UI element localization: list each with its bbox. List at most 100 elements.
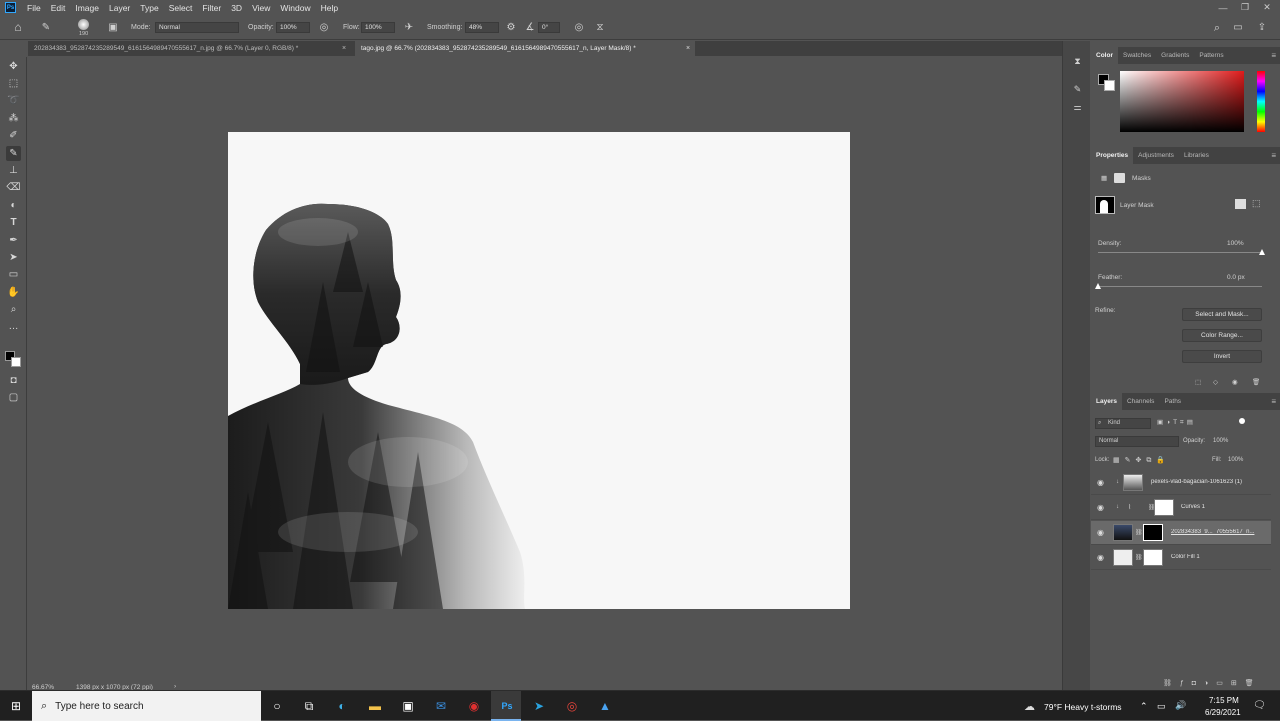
file-explorer-icon[interactable]: ▬ [365, 696, 385, 716]
home-icon[interactable]: ⌂ [12, 21, 24, 33]
chrome-icon[interactable]: ◎ [562, 696, 582, 716]
layer-row-selected[interactable]: ◉ ⛓ 202834383_9..._70555617_n... [1091, 521, 1271, 545]
quick-mask-icon[interactable]: ◘ [6, 373, 21, 388]
pressure-size-icon[interactable]: ◎ [573, 22, 585, 34]
clock-time[interactable]: 7:15 PM [1209, 696, 1239, 705]
restore-icon[interactable]: ❐ [1234, 0, 1256, 15]
layer-name[interactable]: Curves 1 [1181, 504, 1271, 510]
background-color-swatch[interactable] [11, 357, 21, 367]
layer-opacity-value[interactable]: 100% [1213, 438, 1228, 444]
select-and-mask-button[interactable]: Select and Mask... [1182, 308, 1262, 321]
symmetry-icon[interactable]: ⧖ [594, 22, 606, 34]
weather-text[interactable]: 79°F Heavy t-storms [1044, 702, 1122, 712]
eye-icon[interactable]: ◉ [1097, 503, 1107, 513]
feather-slider-handle[interactable] [1095, 283, 1101, 289]
tab-adjustments[interactable]: Adjustments [1133, 147, 1179, 164]
brush-tool-icon[interactable]: ✎ [6, 146, 21, 161]
eyedropper-tool-icon[interactable]: ✐ [6, 128, 21, 143]
history-icon[interactable]: ⧗ [1071, 55, 1084, 68]
task-view-icon[interactable]: ⧉ [299, 696, 319, 716]
pixel-mask-icon[interactable]: ▦ [1101, 174, 1107, 182]
layer-mask-thumbnail[interactable] [1143, 549, 1163, 566]
pen-tool-icon[interactable]: ✒ [6, 233, 21, 248]
brush-settings-panel-icon[interactable]: ✎ [1071, 83, 1084, 96]
gradient-tool-icon[interactable]: ◐ [6, 198, 21, 213]
more-tools-icon[interactable]: … [6, 319, 21, 334]
feather-value[interactable]: 0.0 px [1227, 274, 1245, 281]
apply-mask-icon[interactable]: ◇ [1213, 378, 1218, 386]
tab-document-2[interactable]: tago.jpg @ 66.7% (202834383_952874235289… [355, 41, 695, 56]
pressure-opacity-icon[interactable]: ◎ [318, 22, 330, 34]
clock-date[interactable]: 6/29/2021 [1205, 708, 1241, 717]
menu-select[interactable]: Select [164, 3, 198, 13]
notifications-icon[interactable]: 🗨 [1253, 700, 1266, 711]
menu-filter[interactable]: Filter [197, 3, 226, 13]
lock-icons[interactable]: ▦✎✥⧉🔒 [1113, 456, 1170, 465]
layer-row[interactable]: ◉ ↓ ⌇ ⛓ Curves 1 [1091, 496, 1271, 520]
layer-mask-thumbnail[interactable] [1154, 499, 1174, 516]
menu-help[interactable]: Help [316, 3, 343, 13]
eye-icon[interactable]: ◉ [1097, 528, 1107, 538]
search-icon[interactable]: ⌕ [1211, 22, 1223, 34]
filter-toggle-icon[interactable] [1239, 418, 1245, 424]
invert-button[interactable]: Invert [1182, 350, 1262, 363]
tab-patterns[interactable]: Patterns [1194, 47, 1228, 64]
tab-document-1[interactable]: 202834383_952874235289549_61615649894705… [28, 41, 348, 56]
mask-icon[interactable] [1114, 173, 1125, 183]
opacity-field[interactable]: 100% [276, 22, 310, 33]
taskbar-search-box[interactable]: ⌕ Type here to search [32, 691, 261, 721]
tray-chevron-icon[interactable]: ⌃ [1140, 701, 1148, 712]
layer-name[interactable]: pexels-vlad-bagacian-1061623 (1) [1151, 479, 1271, 485]
angle-field[interactable]: 0° [538, 22, 560, 33]
tab-properties[interactable]: Properties [1091, 147, 1134, 164]
tab-libraries[interactable]: Libraries [1179, 147, 1214, 164]
layer-row[interactable]: ◉ ↓ pexels-vlad-bagacian-1061623 (1) [1091, 471, 1271, 495]
layers-footer-icons[interactable]: ⛓ƒ◘◑▭⊞🗑 [1163, 679, 1262, 687]
color-range-button[interactable]: Color Range... [1182, 329, 1262, 342]
smoothing-settings-icon[interactable]: ⚙ [505, 22, 517, 34]
panel-menu-icon[interactable]: ≡ [1271, 147, 1276, 164]
tab-channels[interactable]: Channels [1122, 393, 1159, 410]
document-canvas[interactable] [228, 132, 850, 609]
eraser-tool-icon[interactable]: ⌫ [6, 180, 21, 195]
panel-menu-icon[interactable]: ≡ [1271, 393, 1276, 410]
tab-gradients[interactable]: Gradients [1156, 47, 1194, 64]
tab-swatches[interactable]: Swatches [1118, 47, 1156, 64]
menu-view[interactable]: View [247, 3, 275, 13]
vector-mask-icon[interactable]: ⬚ [1252, 198, 1261, 209]
background-color-swatch[interactable] [1104, 80, 1115, 91]
chevron-right-icon[interactable]: › [174, 683, 176, 690]
volume-icon[interactable]: 🔊 [1175, 700, 1186, 711]
app-red-icon[interactable]: ◉ [464, 696, 484, 716]
type-tool-icon[interactable]: T [6, 215, 21, 230]
stamp-tool-icon[interactable]: ⊥ [6, 163, 21, 178]
blend-mode-select[interactable]: Normal [1095, 436, 1179, 447]
close-icon[interactable]: × [686, 41, 690, 56]
photoshop-logo-icon[interactable]: Ps [5, 2, 16, 13]
feather-slider[interactable] [1098, 286, 1262, 287]
layer-row[interactable]: ◉ ⛓ Color Fill 1 [1091, 546, 1271, 570]
layer-name[interactable]: Color Fill 1 [1171, 554, 1269, 560]
hue-slider[interactable] [1257, 71, 1265, 132]
density-value[interactable]: 100% [1227, 240, 1244, 247]
angle-icon[interactable]: ∡ [524, 22, 536, 34]
screen-mode-icon[interactable]: ▢ [6, 390, 21, 405]
move-tool-icon[interactable]: ✥ [6, 59, 21, 74]
rectangle-tool-icon[interactable]: ▭ [6, 267, 21, 282]
adjustments-panel-icon[interactable]: ⚌ [1071, 101, 1084, 114]
airbrush-icon[interactable]: ✈ [403, 22, 415, 34]
load-selection-icon[interactable]: ⬚ [1195, 378, 1201, 386]
menu-window[interactable]: Window [275, 3, 315, 13]
workspace-icon[interactable]: ▭ [1232, 22, 1244, 34]
smoothing-field[interactable]: 48% [465, 22, 499, 33]
close-icon[interactable]: × [342, 41, 346, 56]
menu-image[interactable]: Image [70, 3, 104, 13]
eye-icon[interactable]: ◉ [1097, 553, 1107, 563]
lasso-tool-icon[interactable]: ➰ [6, 93, 21, 108]
menu-3d[interactable]: 3D [226, 3, 247, 13]
tab-layers[interactable]: Layers [1091, 393, 1122, 410]
layer-filter-icons[interactable]: ▣◑T⌗▤ [1157, 418, 1196, 427]
share-icon[interactable]: ⇪ [1256, 22, 1268, 34]
layer-name[interactable]: 202834383_9..._70555617_n... [1171, 529, 1269, 535]
menu-edit[interactable]: Edit [46, 3, 71, 13]
